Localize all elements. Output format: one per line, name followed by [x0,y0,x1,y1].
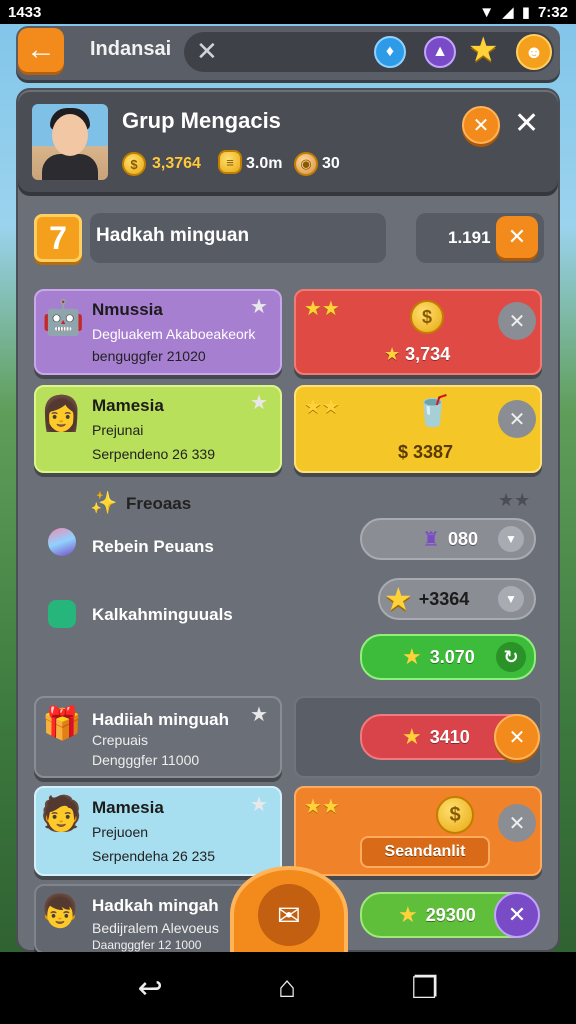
search-field[interactable] [184,32,554,72]
close-icon[interactable]: ✕ [498,804,536,842]
star-icon: ★ [402,724,422,749]
section-close-button[interactable]: ✕ [496,216,538,258]
cup-count: 30 [322,155,340,172]
card-line: Dengggfer 11000 [92,752,200,768]
favorite-star-icon[interactable]: ★ [250,792,268,817]
lock-icon: ♜ [422,528,440,551]
ball-icon [48,528,76,556]
reward-value: ★ 3,734 [384,344,451,364]
coin-stack-icon: ≡ [218,150,242,174]
card-line: Crepuais [92,732,149,748]
chip-count: 3.0m [246,155,283,172]
card-line: Prejunai [92,422,144,438]
boy-icon: 👦 [40,893,80,929]
recents-nav-icon[interactable]: ❐ [411,971,438,1006]
card-line: Daangggfer 12 1000 [92,938,202,952]
star-icon[interactable]: ★ [468,30,498,70]
robot-icon: 🤖 [42,299,85,337]
close-icon[interactable]: ✕ [494,892,540,938]
stars-icon: ★★ [304,796,340,818]
star-icon: ★ [402,644,422,669]
list-header: Freoaas [126,494,192,513]
dismiss-icon[interactable]: ✕ [514,106,539,141]
status-bar: 1433 ▼ ◢ ▮ 7:32 [0,0,576,24]
close-icon[interactable]: ✕ [498,302,536,340]
refresh-icon: ↻ [496,642,526,672]
face-icon: 👩 [40,395,83,433]
face-icon[interactable]: ☻ [516,34,552,70]
chevron-down-icon: ▼ [498,586,524,612]
battery-icon: ▮ [521,4,530,21]
close-icon[interactable]: ✕ [494,714,540,760]
card-title: Mamesia [92,798,164,817]
profile-name: Grup Mengacis [122,108,281,133]
card-title: Mamesia [92,396,164,415]
reward-label-pill: Seandanlit [360,836,490,868]
gift-icon: 🎁 [42,705,82,741]
favorite-star-icon[interactable]: ★ [250,702,268,727]
count-value: 1.191 [448,228,491,247]
cup-icon: ◉ [294,152,318,176]
dropdown[interactable]: ♜ 080 ▼ [360,518,536,560]
stars-icon: ★★ [304,396,340,418]
sparkle-icon: ✨ [90,490,118,515]
clock-right: 7:32 [537,3,568,21]
back-button[interactable]: ← [18,28,64,72]
card-line: benguggfer 21020 [92,348,206,364]
card-line: Bedijralem Alevoeus [92,920,219,936]
gem-icon[interactable]: ♦ [374,36,406,68]
hat-face-icon: 🧑 [40,795,83,833]
clear-icon[interactable]: ✕ [196,36,218,67]
card-line: Serpendeno 26 339 [92,446,215,462]
avatar [32,104,108,180]
list-item-label: Rebein Peuans [92,537,214,556]
star-icon: ★ [384,581,413,617]
card-line: Serpendeha 26 235 [92,848,215,864]
star-icon: ★ [398,902,418,927]
list-item-label: Kalkahminguuals [92,605,233,624]
favorite-star-icon[interactable]: ★ [250,294,268,319]
card-line: Degluakem Akaboeakeork [92,326,256,342]
card-title: Hadkah mingah [92,896,219,915]
close-icon[interactable]: ✕ [462,106,500,144]
signal-icon: ◢ [502,4,514,21]
home-nav-icon[interactable]: ⌂ [278,971,296,1005]
coin-icon: $ [122,152,146,176]
back-nav-icon[interactable]: ↩ [138,971,163,1006]
page-title: Indansai [90,38,172,60]
close-icon[interactable]: ✕ [498,400,536,438]
card-title: Hadiiah minguah [92,710,229,729]
stars-icon: ★★ [304,298,340,320]
stars-icon: ★★ [498,490,531,510]
wifi-icon: ▼ [479,3,495,21]
coin-bag-icon: $ [436,796,474,834]
envelope-icon[interactable]: ✉ [258,884,320,946]
level-badge: 7 [34,214,82,262]
claim-button[interactable]: ★ 3.070 ↻ [360,634,536,680]
cup-icon: 🥤 [414,395,452,428]
wallet-icon [48,600,76,628]
reward-value: $ 3387 [398,442,454,462]
coin-count: 3,3764 [152,155,201,172]
system-nav-bar: ↩ ⌂ ❐ [0,952,576,1024]
card-title: Nmussia [92,300,163,319]
card-line: Prejuoen [92,824,149,840]
dropdown[interactable]: ★ +3364 ▼ [378,578,536,620]
arrow-left-icon: ← [26,33,56,66]
crown-icon[interactable]: ▲ [424,36,456,68]
section-title: Hadkah minguan [96,225,250,246]
chevron-down-icon: ▼ [498,526,524,552]
favorite-star-icon[interactable]: ★ [250,390,268,415]
coin-icon: $ [410,300,444,334]
clock: 1433 [8,3,42,21]
